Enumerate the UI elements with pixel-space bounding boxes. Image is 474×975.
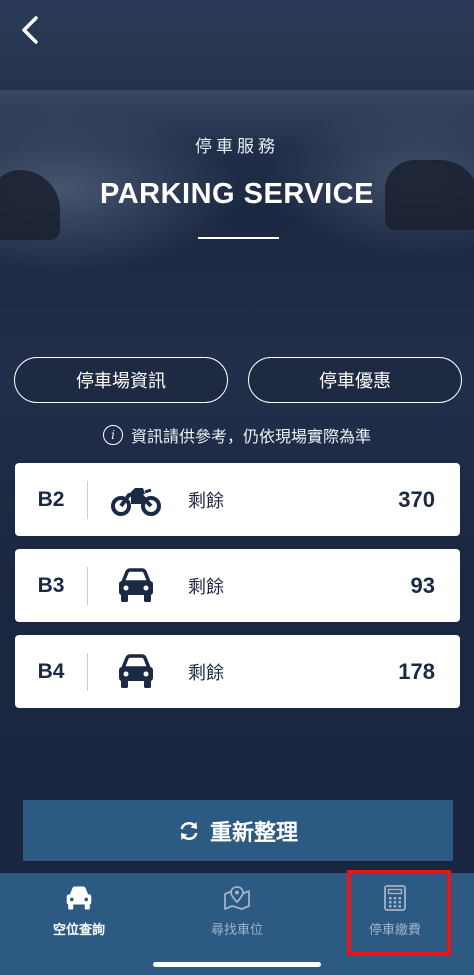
- car-icon: [119, 567, 153, 602]
- tab-find-my-spot[interactable]: 尋找車位: [158, 873, 316, 953]
- motorcycle-icon: [111, 487, 161, 516]
- info-icon: i: [102, 425, 123, 445]
- map-pin-icon: [224, 886, 250, 910]
- car-front-icon: [66, 886, 92, 910]
- vehicle-icon-cell: [88, 653, 184, 690]
- level-card-b3: B3 剩餘 93: [15, 549, 460, 622]
- notice-text: 資訊請供參考，仍依現場實際為準: [130, 427, 371, 446]
- tab-label: 尋找車位: [210, 923, 263, 938]
- page-subtitle: 停車服務: [195, 137, 279, 157]
- refresh-icon: [180, 821, 198, 840]
- remaining-label: 剩餘: [188, 490, 224, 512]
- level-label: B4: [37, 659, 65, 683]
- home-indicator[interactable]: [153, 962, 321, 967]
- level-card-b4: B4 剩餘 178: [15, 635, 460, 708]
- level-label: B2: [37, 487, 65, 511]
- parking-discount-button[interactable]: 停車優惠: [248, 357, 462, 403]
- vehicle-icon-cell: [88, 484, 184, 516]
- title-divider: [198, 237, 279, 239]
- refresh-label: 重新整理: [209, 820, 298, 846]
- info-notice: i 資訊請供參考，仍依現場實際為準: [0, 423, 474, 447]
- remaining-label: 剩餘: [188, 662, 224, 684]
- tab-vacancy-search[interactable]: 空位查詢: [0, 873, 158, 953]
- level-label: B3: [37, 573, 65, 597]
- level-card-b2: B2 剩餘 370: [15, 463, 460, 536]
- vehicle-icon-cell: [88, 567, 184, 604]
- refresh-button[interactable]: 重新整理: [23, 800, 453, 861]
- highlight-annotation-box: [347, 870, 451, 956]
- remaining-label: 剩餘: [188, 576, 224, 598]
- lot-info-label: 停車場資訊: [76, 371, 166, 392]
- chevron-left-icon: [22, 16, 38, 44]
- tab-label: 空位查詢: [52, 923, 105, 938]
- back-button[interactable]: [10, 10, 50, 50]
- available-count: 93: [410, 572, 435, 598]
- parking-discount-label: 停車優惠: [319, 371, 391, 392]
- page-title: PARKING SERVICE: [100, 178, 374, 210]
- lot-info-button[interactable]: 停車場資訊: [14, 357, 228, 403]
- car-icon: [119, 653, 153, 688]
- available-count: 370: [398, 486, 435, 512]
- available-count: 178: [398, 658, 435, 684]
